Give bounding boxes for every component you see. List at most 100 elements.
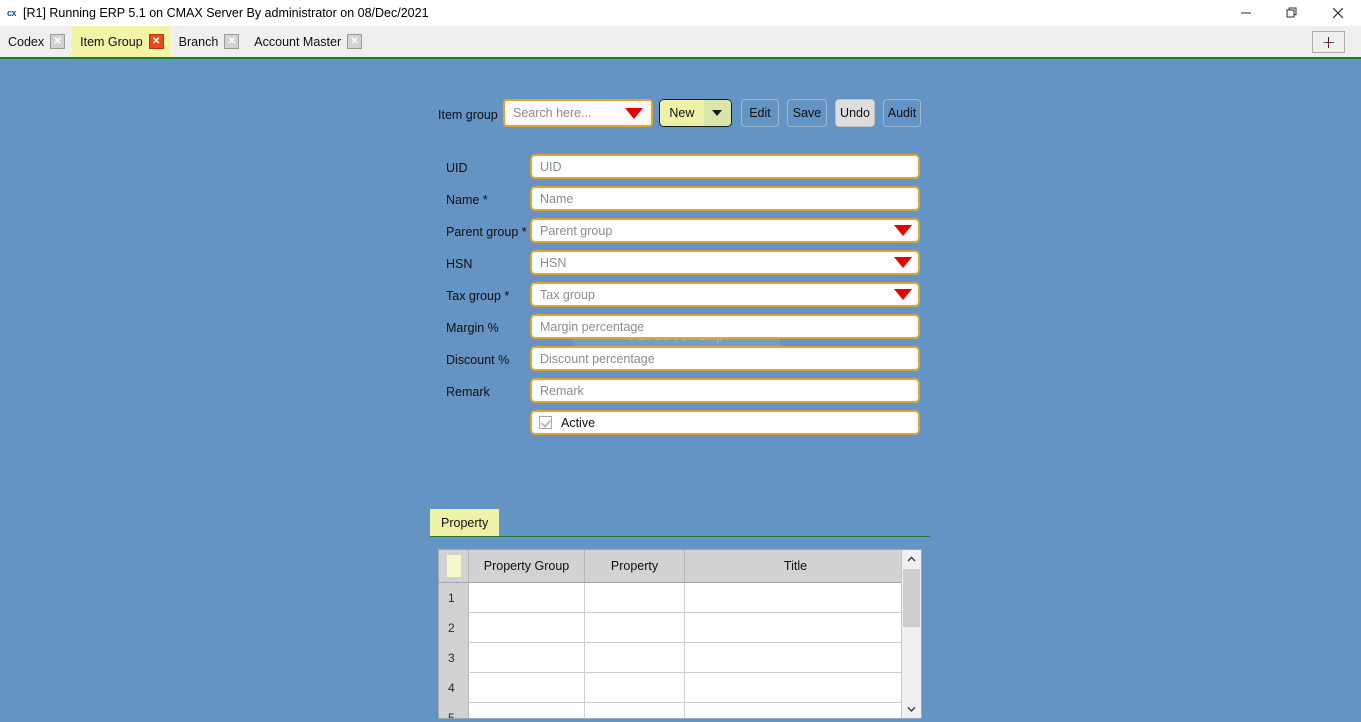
uid-label: UID bbox=[446, 161, 468, 175]
audit-button[interactable]: Audit bbox=[883, 99, 921, 127]
hsn-select[interactable]: HSN bbox=[530, 250, 920, 275]
form-row-parent-group: Parent group * Parent group bbox=[0, 218, 1361, 250]
uid-input[interactable]: UID bbox=[532, 160, 918, 174]
column-header-property[interactable]: Property bbox=[585, 550, 685, 582]
active-checkbox[interactable] bbox=[539, 416, 552, 429]
parent-group-label: Parent group * bbox=[446, 225, 527, 239]
erp-application-window: cx [R1] Running ERP 5.1 on CMAX Server B… bbox=[0, 0, 1361, 722]
property-tab-strip: Property bbox=[430, 509, 930, 537]
tab-branch[interactable]: Branch ✕ bbox=[171, 26, 247, 57]
property-grid[interactable]: Property Group Property Title 1 2 3 4 5 bbox=[438, 549, 922, 719]
plus-icon bbox=[1323, 36, 1334, 48]
table-row[interactable]: 3 bbox=[439, 643, 921, 673]
chevron-up-icon bbox=[907, 556, 916, 562]
tax-group-input[interactable]: Tax group bbox=[532, 288, 894, 302]
tax-group-select[interactable]: Tax group bbox=[530, 282, 920, 307]
form-row-active: Active bbox=[0, 410, 1361, 442]
undo-button[interactable]: Undo bbox=[835, 99, 875, 127]
tab-bar: Codex ✕ Item Group ✕ Branch ✕ Account Ma… bbox=[0, 26, 1361, 59]
table-row[interactable]: 5 bbox=[439, 703, 921, 718]
grid-select-all-corner[interactable] bbox=[439, 550, 469, 582]
corner-swatch bbox=[446, 555, 461, 577]
row-index[interactable]: 2 bbox=[439, 613, 469, 642]
name-input[interactable]: Name bbox=[532, 192, 918, 206]
edit-button[interactable]: Edit bbox=[741, 99, 779, 127]
hsn-input[interactable]: HSN bbox=[532, 256, 894, 270]
chevron-down-icon[interactable] bbox=[625, 107, 643, 119]
scrollbar-thumb[interactable] bbox=[903, 569, 920, 627]
tab-label: Codex bbox=[8, 34, 45, 49]
tab-property[interactable]: Property bbox=[430, 509, 500, 536]
content-panel: Full-screen Snip Item group Search here.… bbox=[0, 59, 1361, 722]
cell-property-group[interactable] bbox=[469, 643, 585, 672]
cell-title[interactable] bbox=[685, 613, 906, 642]
minimize-icon bbox=[1241, 12, 1251, 14]
item-group-search-combo[interactable]: Search here... bbox=[503, 99, 653, 127]
cell-property[interactable] bbox=[585, 643, 685, 672]
row-index[interactable]: 4 bbox=[439, 673, 469, 702]
form-row-remark: Remark Remark bbox=[0, 378, 1361, 410]
tab-close-icon[interactable]: ✕ bbox=[224, 34, 240, 49]
discount-field[interactable]: Discount percentage bbox=[530, 346, 920, 371]
column-header-title[interactable]: Title bbox=[685, 550, 906, 582]
active-label: Active bbox=[561, 415, 596, 430]
minimize-button[interactable] bbox=[1223, 0, 1269, 26]
tab-account-master[interactable]: Account Master ✕ bbox=[246, 26, 369, 57]
cell-title[interactable] bbox=[685, 643, 906, 672]
form-row-name: Name * Name bbox=[0, 186, 1361, 218]
close-button[interactable] bbox=[1315, 0, 1361, 26]
cell-title[interactable] bbox=[685, 583, 906, 612]
tab-close-icon[interactable]: ✕ bbox=[347, 34, 363, 49]
cell-title[interactable] bbox=[685, 673, 906, 702]
remark-input[interactable]: Remark bbox=[532, 384, 918, 398]
chevron-down-icon[interactable] bbox=[894, 257, 912, 268]
cell-property[interactable] bbox=[585, 673, 685, 702]
remark-label: Remark bbox=[446, 385, 490, 399]
column-header-property-group[interactable]: Property Group bbox=[469, 550, 585, 582]
row-index[interactable]: 3 bbox=[439, 643, 469, 672]
cell-property-group[interactable] bbox=[469, 583, 585, 612]
grid-vertical-scrollbar[interactable] bbox=[901, 550, 921, 718]
hsn-label: HSN bbox=[446, 257, 473, 271]
cell-title[interactable] bbox=[685, 703, 906, 718]
uid-field[interactable]: UID bbox=[530, 154, 920, 179]
search-input[interactable]: Search here... bbox=[505, 106, 625, 120]
scroll-down-button[interactable] bbox=[902, 700, 921, 718]
margin-input[interactable]: Margin percentage bbox=[532, 320, 918, 334]
maximize-button[interactable] bbox=[1269, 0, 1315, 26]
cell-property-group[interactable] bbox=[469, 673, 585, 702]
table-row[interactable]: 1 bbox=[439, 583, 921, 613]
cell-property-group[interactable] bbox=[469, 613, 585, 642]
chevron-down-icon bbox=[712, 110, 723, 116]
margin-field[interactable]: Margin percentage bbox=[530, 314, 920, 339]
cell-property-group[interactable] bbox=[469, 703, 585, 718]
chevron-down-icon[interactable] bbox=[894, 289, 912, 300]
new-button[interactable]: New bbox=[659, 99, 732, 127]
chevron-down-icon[interactable] bbox=[894, 225, 912, 236]
tab-close-icon[interactable]: ✕ bbox=[50, 34, 66, 49]
cell-property[interactable] bbox=[585, 703, 685, 718]
active-checkbox-row[interactable]: Active bbox=[530, 410, 920, 435]
tax-group-label: Tax group * bbox=[446, 289, 510, 303]
form-row-discount: Discount % Discount percentage bbox=[0, 346, 1361, 378]
cell-property[interactable] bbox=[585, 583, 685, 612]
parent-group-select[interactable]: Parent group bbox=[530, 218, 920, 243]
tab-item-group[interactable]: Item Group ✕ bbox=[72, 26, 171, 57]
tab-codex[interactable]: Codex ✕ bbox=[0, 26, 72, 57]
discount-input[interactable]: Discount percentage bbox=[532, 352, 918, 366]
row-index[interactable]: 5 bbox=[439, 703, 469, 718]
new-button-dropdown[interactable] bbox=[703, 100, 731, 126]
table-row[interactable]: 2 bbox=[439, 613, 921, 643]
parent-group-input[interactable]: Parent group bbox=[532, 224, 894, 238]
tab-close-icon[interactable]: ✕ bbox=[148, 34, 164, 49]
save-button[interactable]: Save bbox=[787, 99, 827, 127]
name-field[interactable]: Name bbox=[530, 186, 920, 211]
cell-property[interactable] bbox=[585, 613, 685, 642]
form-row-hsn: HSN HSN bbox=[0, 250, 1361, 282]
window-title: [R1] Running ERP 5.1 on CMAX Server By a… bbox=[23, 6, 429, 20]
row-index[interactable]: 1 bbox=[439, 583, 469, 612]
add-tab-button[interactable] bbox=[1312, 31, 1345, 53]
table-row[interactable]: 4 bbox=[439, 673, 921, 703]
remark-field[interactable]: Remark bbox=[530, 378, 920, 403]
scroll-up-button[interactable] bbox=[902, 550, 921, 568]
